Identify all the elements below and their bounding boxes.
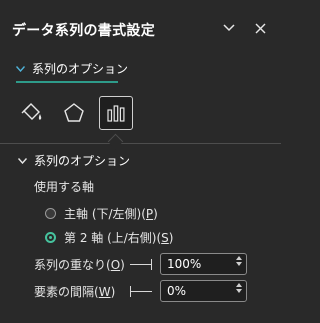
overlap-label: 系列の重なり(O) — [34, 257, 125, 272]
close-pane-button[interactable] — [249, 17, 271, 39]
spin-down-icon[interactable] — [236, 262, 242, 266]
close-icon — [255, 23, 265, 33]
spin-arrows[interactable] — [236, 283, 242, 293]
spin-arrows[interactable] — [236, 256, 242, 266]
tab-underline — [16, 81, 118, 83]
section-divider — [0, 143, 281, 144]
series-options-icon-tab[interactable] — [99, 96, 133, 130]
chevron-down-icon — [16, 65, 25, 72]
secondary-axis-label: 第 2 軸 (上/右側)(S) — [64, 231, 174, 245]
overlap-value: 100% — [167, 257, 202, 271]
overlap-slider-thumb[interactable] — [151, 258, 152, 270]
secondary-axis-radio-row[interactable]: 第 2 軸 (上/右側)(S) — [45, 229, 173, 246]
primary-axis-radio[interactable] — [45, 208, 56, 219]
primary-axis-label: 主軸 (下/左側)(P) — [64, 207, 158, 221]
overlap-spinbox[interactable]: 100% — [160, 253, 247, 275]
pane-title: データ系列の書式設定 — [12, 23, 155, 39]
collapse-pane-button[interactable] — [218, 17, 240, 39]
effects-tab[interactable] — [57, 96, 91, 130]
fill-line-icon — [21, 103, 42, 120]
section-title: 系列のオプション — [34, 154, 131, 168]
axis-label: 使用する軸 — [34, 180, 95, 194]
gap-slider[interactable] — [130, 285, 152, 297]
chevron-down-icon — [18, 157, 27, 164]
secondary-axis-radio[interactable] — [45, 232, 56, 243]
chevron-down-icon — [223, 24, 235, 32]
gap-value: 0% — [167, 284, 187, 298]
divider-notch — [107, 133, 124, 150]
gap-slider-thumb[interactable] — [130, 285, 131, 297]
effects-pentagon-icon — [64, 103, 84, 122]
primary-axis-radio-row[interactable]: 主軸 (下/左側)(P) — [45, 205, 158, 222]
gap-spinbox[interactable]: 0% — [160, 280, 247, 302]
series-options-section-header[interactable]: 系列のオプション — [18, 152, 130, 169]
spin-up-icon[interactable] — [236, 256, 242, 260]
overlap-row: 系列の重なり(O) 100% — [34, 253, 254, 275]
spin-up-icon[interactable] — [236, 283, 242, 287]
series-options-tab[interactable]: 系列のオプション — [16, 60, 128, 77]
fill-line-tab[interactable] — [15, 96, 49, 130]
gap-label: 要素の間隔(W) — [34, 284, 116, 299]
overlap-slider[interactable] — [130, 258, 152, 270]
spin-down-icon[interactable] — [236, 289, 242, 293]
gap-row: 要素の間隔(W) 0% — [34, 280, 254, 302]
series-options-tab-label: 系列のオプション — [32, 62, 129, 76]
series-options-bar-chart-icon — [107, 105, 125, 122]
